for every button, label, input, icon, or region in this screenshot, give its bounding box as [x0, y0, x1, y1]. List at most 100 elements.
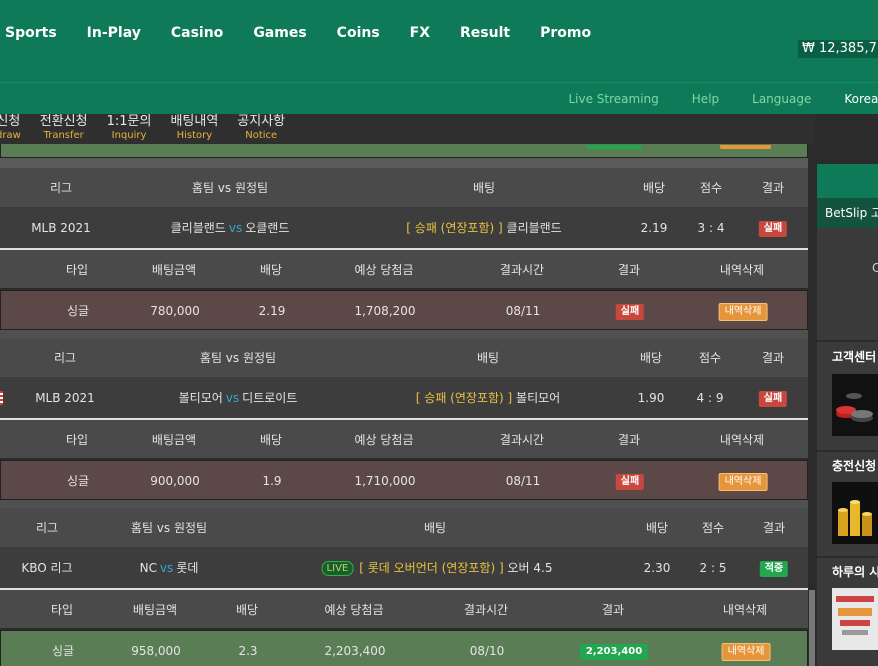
sidebar-heading-daily: 하루의 시: [832, 565, 878, 579]
league-name: MLB 2021: [35, 391, 95, 405]
gold-coins-icon: [832, 482, 878, 544]
col-delete: 내역삭제: [722, 603, 768, 617]
nav-coins[interactable]: Coins: [337, 25, 380, 41]
nav-casino[interactable]: Casino: [171, 25, 223, 41]
col-teams: 홈팀 vs 원정팀: [191, 181, 269, 195]
menu-notice[interactable]: 공지사항 Notice: [237, 114, 285, 144]
slip-odds: 1.9: [262, 474, 282, 488]
slip-row: 싱글 780,000 2.19 1,708,200 08/11 실패 내역삭제: [0, 290, 808, 330]
vs-label: vs: [159, 561, 174, 575]
col-bet: 배팅: [472, 181, 496, 195]
slip-odds: 2.3: [238, 644, 258, 658]
menu-history[interactable]: 배팅내역 History: [170, 114, 218, 144]
language-link[interactable]: Language: [752, 92, 811, 106]
main-nav: Sports In-Play Casino Games Coins FX Res…: [0, 0, 615, 66]
col-teams: 홈팀 vs 원정팀: [130, 521, 208, 535]
nav-in-play[interactable]: In-Play: [87, 25, 141, 41]
casino-chips-icon: [832, 374, 878, 436]
bet-selection: LIVE[ 롯데 오버언더 (연장포함) ] 오버 4.5: [321, 548, 552, 588]
menu-transfer[interactable]: 전환신청 Transfer: [40, 114, 88, 144]
col-delete: 내역삭제: [719, 263, 765, 277]
betslip-letter: C: [872, 261, 878, 275]
match-header-row: 리그 홈팀 vs 원정팀 배팅 배당 점수 결과: [0, 338, 808, 378]
menu-transfer-sub: Transfer: [43, 130, 84, 141]
menu-notice-label: 공지사항: [237, 114, 286, 129]
menu-notice-sub: Notice: [245, 130, 278, 141]
bet-history-list: 리그 홈팀 vs 원정팀 배팅 배당 점수 결과 MLB 2021 클리블랜드 v…: [0, 144, 815, 666]
col-expected: 예상 당첨금: [354, 263, 414, 277]
slip-delete: 내역삭제: [721, 631, 771, 666]
partial-delete-button[interactable]: [720, 145, 771, 149]
match-result: 적중: [759, 548, 789, 588]
home-team: 볼티모어: [178, 391, 223, 405]
col-teams: 홈팀 vs 원정팀: [199, 351, 277, 365]
home-team: NC: [139, 561, 157, 575]
sidebar-green-tab[interactable]: [817, 164, 878, 198]
col-result: 결과: [761, 351, 785, 365]
col-league: 리그: [35, 521, 59, 535]
win-amount-badge: 2,203,400: [579, 643, 649, 660]
bet-pick: 클리블랜드: [506, 221, 562, 235]
col-slip-odds: 배당: [259, 433, 283, 447]
bet-selection: [ 승패 (연장포함) ] 클리블랜드: [406, 221, 562, 235]
menu-withdraw[interactable]: 신청 draw: [0, 114, 21, 144]
col-bet: 배팅: [476, 351, 500, 365]
col-amount: 배팅금액: [132, 603, 178, 617]
help-link[interactable]: Help: [692, 92, 719, 106]
betslip-body: C: [817, 228, 878, 340]
sub-links: Live Streaming Help Language Korean: [535, 83, 878, 115]
nav-result[interactable]: Result: [460, 25, 510, 41]
slip-result: 2,203,400: [579, 631, 649, 666]
slip-header-row: 타입 배팅금액 배당 예상 당첨금 결과시간 결과 내역삭제: [0, 418, 808, 458]
home-team: 클리블랜드: [170, 221, 226, 235]
col-delete: 내역삭제: [719, 433, 765, 447]
nav-promo[interactable]: Promo: [540, 25, 591, 41]
language-selected[interactable]: Korean: [844, 92, 878, 106]
league-name: MLB 2021: [31, 221, 91, 235]
col-slip-result: 결과: [617, 263, 641, 277]
delete-history-button[interactable]: 내역삭제: [718, 472, 768, 491]
slip-amount: 780,000: [150, 304, 200, 318]
away-team: 오클랜드: [245, 221, 290, 235]
balance-display: ₩ 12,385,71: [798, 40, 878, 58]
bet-type: 롯데 오버언더 (연장포함): [367, 561, 496, 575]
live-streaming-link[interactable]: Live Streaming: [568, 92, 658, 106]
col-odds: 배당: [639, 351, 663, 365]
lose-badge: 실패: [758, 220, 788, 237]
nav-fx[interactable]: FX: [410, 25, 430, 41]
bet-selection: [ 승패 (연장포함) ] 볼티모어: [415, 391, 561, 405]
slip-time: 08/11: [505, 474, 541, 488]
menu-withdraw-label: 신청: [0, 114, 21, 129]
match-score: 3 : 4: [697, 221, 725, 235]
col-score: 점수: [699, 181, 723, 195]
betslip-header[interactable]: BetSlip 고: [817, 198, 878, 228]
menu-inquiry-sub: Inquiry: [111, 130, 147, 141]
slip-time: 08/11: [505, 304, 541, 318]
match-header-row: 리그 홈팀 vs 원정팀 배팅 배당 점수 결과: [0, 508, 808, 548]
vs-label: vs: [228, 221, 243, 235]
previous-slip-row: [0, 144, 808, 158]
col-league: 리그: [49, 181, 73, 195]
menu-inquiry[interactable]: 1:1문의 Inquiry: [107, 114, 152, 144]
daily-banner-image[interactable]: [832, 588, 878, 650]
slip-time: 08/10: [469, 644, 505, 658]
match-teams: NC vs 롯데: [140, 548, 199, 588]
delete-history-button[interactable]: 내역삭제: [721, 642, 771, 661]
col-type: 타입: [50, 603, 74, 617]
slip-delete: 내역삭제: [718, 291, 768, 331]
match-row: MLB 2021 볼티모어 vs 디트로이트 [ 승패 (연장포함) ] 볼티모어 …: [0, 378, 808, 418]
menu-transfer-label: 전환신청: [39, 114, 88, 129]
slip-header-row: 타입 배팅금액 배당 예상 당첨금 결과시간 결과 내역삭제: [0, 588, 808, 628]
support-banner-image[interactable]: [832, 374, 878, 436]
deposit-banner-image[interactable]: [832, 482, 878, 544]
nav-games[interactable]: Games: [253, 25, 306, 41]
menu-withdraw-sub: draw: [0, 130, 21, 141]
vs-label: vs: [225, 391, 240, 405]
nav-sports[interactable]: Sports: [5, 25, 57, 41]
delete-history-button[interactable]: 내역삭제: [718, 302, 768, 321]
match-score: 4 : 9: [696, 391, 724, 405]
slip-delete: 내역삭제: [718, 461, 768, 501]
bet-pick: 볼티모어: [516, 391, 561, 405]
right-sidebar: BetSlip 고 C 고객센터 충전신청 하루의 시: [815, 144, 878, 666]
match-odds: 2.30: [643, 561, 671, 575]
